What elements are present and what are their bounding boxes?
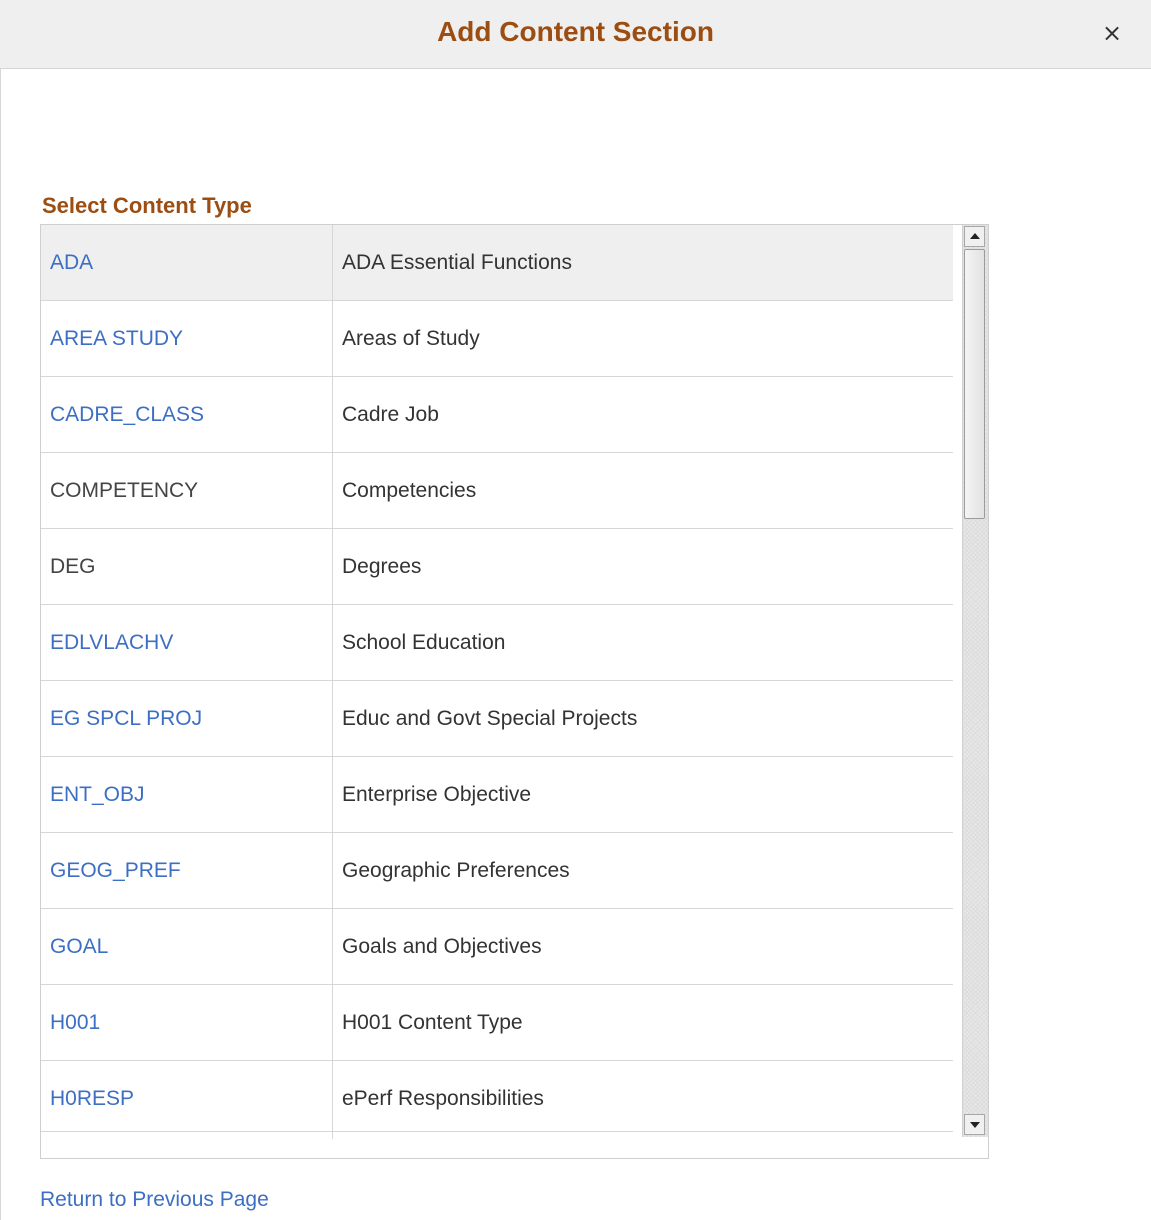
content-type-description: ePerf Responsibilities	[342, 1087, 544, 1110]
dialog-header: Add Content Section ×	[0, 0, 1151, 69]
content-type-description: Geographic Preferences	[342, 859, 570, 882]
content-type-description: Enterprise Objective	[342, 783, 532, 806]
content-type-row[interactable]: ENT_OBJ Enterprise Objective	[41, 757, 953, 833]
grid-partial-row	[41, 1131, 953, 1157]
dialog-title: Add Content Section	[437, 16, 714, 47]
content-type-row[interactable]: GEOG_PREF Geographic Preferences	[41, 833, 953, 909]
content-type-code[interactable]: H0RESP	[41, 1061, 333, 1131]
content-type-code: DEG	[41, 529, 333, 604]
content-type-row[interactable]: AREA STUDY Areas of Study	[41, 301, 953, 377]
content-type-code[interactable]: ENT_OBJ	[41, 757, 333, 832]
content-type-description: Cadre Job	[342, 403, 439, 426]
add-content-section-dialog: Add Content Section × Select Content Typ…	[0, 0, 1151, 1220]
content-type-code[interactable]: ADA	[41, 225, 333, 300]
content-type-description: Competencies	[342, 479, 477, 502]
content-type-description: H001 Content Type	[342, 1011, 523, 1034]
dialog-left-border	[0, 69, 1, 1220]
content-type-code[interactable]: AREA STUDY	[41, 301, 333, 376]
content-type-row[interactable]: H0RESP ePerf Responsibilities	[41, 1061, 953, 1131]
content-type-row[interactable]: ADA ADA Essential Functions	[41, 225, 953, 301]
content-type-description: Educ and Govt Special Projects	[342, 707, 638, 730]
close-icon[interactable]: ×	[1099, 20, 1125, 46]
scrollbar-thumb[interactable]	[964, 249, 985, 519]
content-type-code[interactable]: EDLVLACHV	[41, 605, 333, 680]
content-type-description: Goals and Objectives	[342, 935, 542, 958]
content-type-code[interactable]: GOAL	[41, 909, 333, 984]
content-type-code[interactable]: GEOG_PREF	[41, 833, 333, 908]
return-to-previous-page-link[interactable]: Return to Previous Page	[40, 1188, 269, 1212]
content-type-description: ADA Essential Functions	[342, 251, 572, 274]
content-type-description: Degrees	[342, 555, 422, 578]
content-type-grid: ADA ADA Essential Functions AREA STUDY Area…	[40, 224, 989, 1159]
content-type-description: School Education	[342, 631, 506, 654]
content-type-row[interactable]: EG SPCL PROJ Educ and Govt Special Projec…	[41, 681, 953, 757]
content-type-code[interactable]: H001	[41, 985, 333, 1060]
scroll-down-arrow-icon[interactable]	[964, 1114, 985, 1135]
content-type-row[interactable]: CADRE_CLASS Cadre Job	[41, 377, 953, 453]
content-type-code[interactable]: EG SPCL PROJ	[41, 681, 333, 756]
content-type-row[interactable]: GOAL Goals and Objectives	[41, 909, 953, 985]
content-type-row[interactable]: H001 H001 Content Type	[41, 985, 953, 1061]
content-type-row[interactable]: DEG Degrees	[41, 529, 953, 605]
column-divider	[332, 1131, 333, 1139]
content-type-code[interactable]: CADRE_CLASS	[41, 377, 333, 452]
select-content-type-label: Select Content Type	[42, 193, 252, 218]
grid-vertical-scrollbar[interactable]	[962, 225, 988, 1137]
content-type-description: Areas of Study	[342, 327, 480, 350]
content-type-grid-body[interactable]: ADA ADA Essential Functions AREA STUDY Area…	[41, 225, 953, 1132]
content-type-code: COMPETENCY	[41, 453, 333, 528]
content-type-row[interactable]: EDLVLACHV School Education	[41, 605, 953, 681]
content-type-row[interactable]: COMPETENCY Competencies	[41, 453, 953, 529]
scroll-up-arrow-icon[interactable]	[964, 226, 985, 247]
